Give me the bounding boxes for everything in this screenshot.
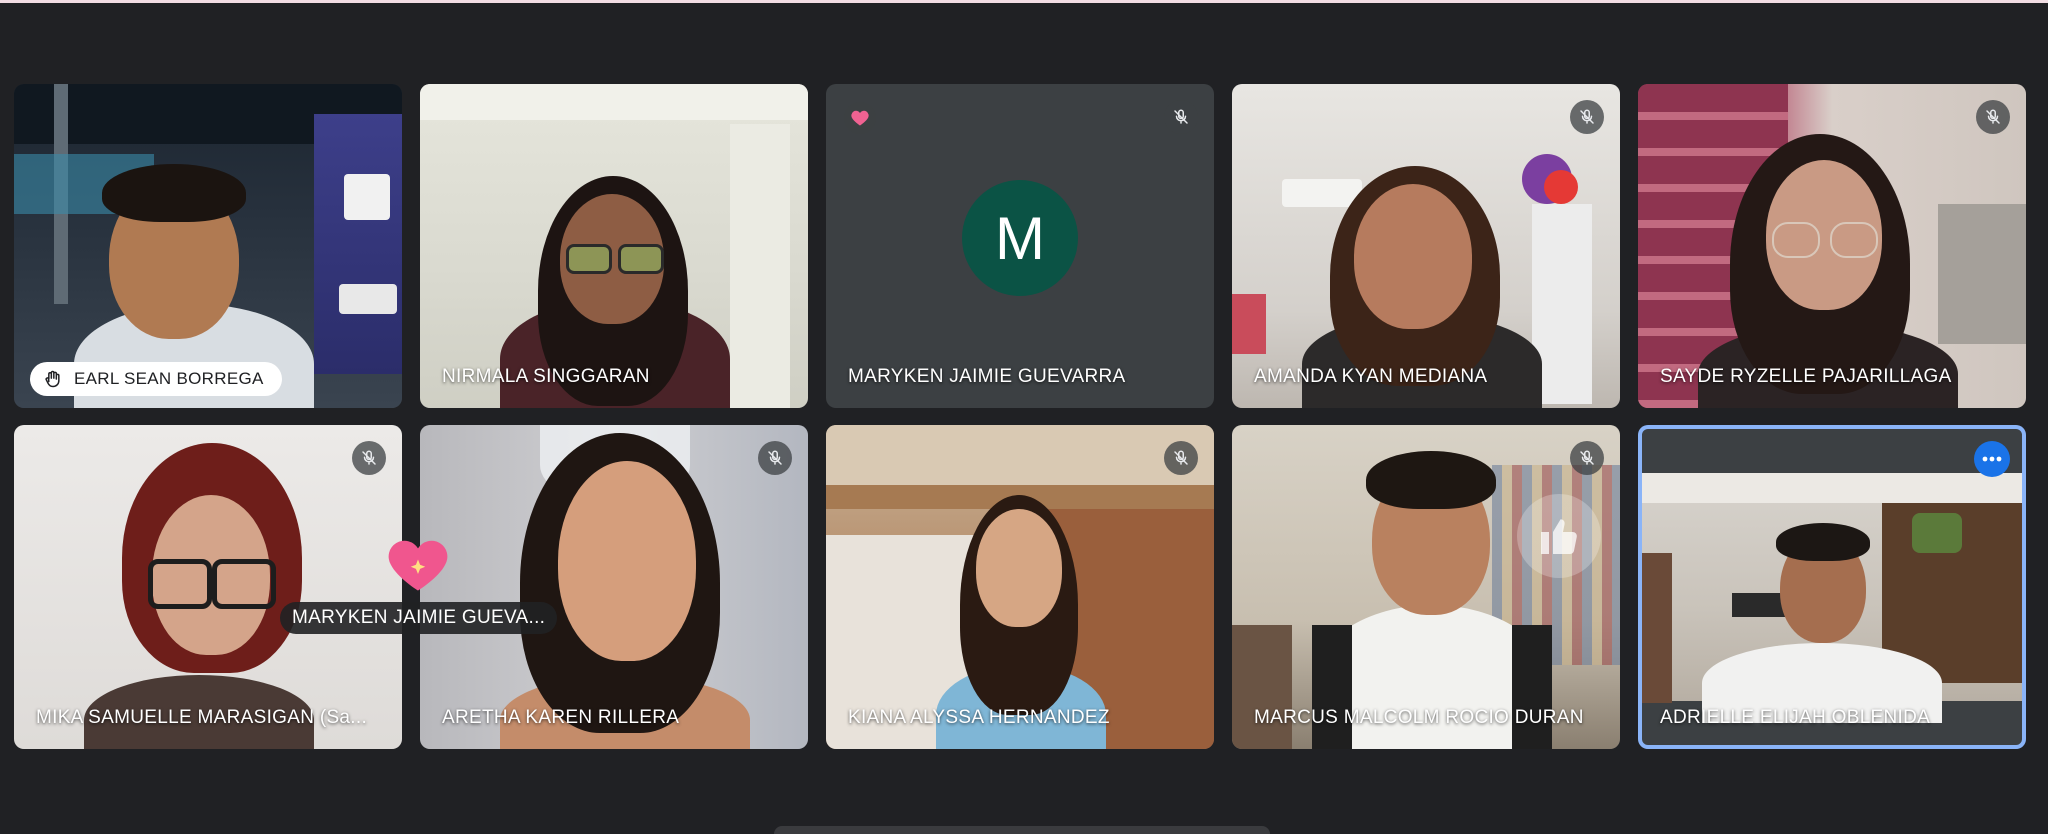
participant-name-pill: EARL SEAN BORREGA <box>30 362 282 396</box>
participant-name: MARYKEN JAIMIE GUEVARRA <box>848 366 1126 387</box>
participant-tile-mika[interactable]: MIKA SAMUELLE MARASIGAN (Sa... <box>14 425 402 749</box>
mic-off-icon <box>1164 100 1198 134</box>
participant-name: KIANA ALYSSA HERNANDEZ <box>848 707 1110 728</box>
raised-hand-icon <box>42 368 64 390</box>
video-feed <box>1638 84 2026 408</box>
more-options-icon[interactable] <box>1974 441 2010 477</box>
participant-name: ADRIELLE ELIJAH OBLENIDA <box>1660 707 1931 728</box>
mic-off-icon <box>758 441 792 475</box>
video-feed <box>14 425 402 749</box>
mic-off-icon <box>1164 441 1198 475</box>
video-feed <box>826 425 1214 749</box>
participant-tile-maryken[interactable]: M MARYKEN JAIMIE GUEVARRA <box>826 84 1214 408</box>
video-feed <box>420 425 808 749</box>
participant-name: MIKA SAMUELLE MARASIGAN (Sa... <box>36 707 368 728</box>
video-feed <box>1642 473 2022 723</box>
participant-tile-sayde[interactable]: SAYDE RYZELLE PAJARILLAGA <box>1638 84 2026 408</box>
participant-name: NIRMALA SINGGARAN <box>442 366 650 387</box>
reaction-sender-label: MARYKEN JAIMIE GUEVA... <box>280 602 558 634</box>
participant-tile-aretha[interactable]: ARETHA KAREN RILLERA <box>420 425 808 749</box>
video-feed <box>14 84 402 408</box>
heart-reaction-icon <box>387 535 449 597</box>
mic-off-icon <box>1570 441 1604 475</box>
video-feed <box>1232 84 1620 408</box>
participant-name: EARL SEAN BORREGA <box>74 369 264 388</box>
participant-tile-earl[interactable]: EARL SEAN BORREGA <box>14 84 402 408</box>
participant-tile-adrielle[interactable]: ADRIELLE ELIJAH OBLENIDA <box>1638 425 2026 749</box>
participant-name: SAYDE RYZELLE PAJARILLAGA <box>1660 366 1952 387</box>
heart-reaction-icon <box>844 102 876 134</box>
video-feed <box>1232 425 1620 749</box>
participant-name: ARETHA KAREN RILLERA <box>442 707 680 728</box>
video-feed <box>420 84 808 408</box>
mic-off-icon <box>352 441 386 475</box>
avatar: M <box>962 180 1078 296</box>
participant-grid: EARL SEAN BORREGA NIRMALA SINGGARAN M MA… <box>14 84 2026 749</box>
mic-off-icon <box>1976 100 2010 134</box>
participant-name: AMANDA KYAN MEDIANA <box>1254 366 1488 387</box>
window-top-border <box>0 0 2048 3</box>
thumbs-up-icon <box>1517 494 1601 578</box>
participant-tile-amanda[interactable]: AMANDA KYAN MEDIANA <box>1232 84 1620 408</box>
participant-tile-kiana[interactable]: KIANA ALYSSA HERNANDEZ <box>826 425 1214 749</box>
mic-off-icon <box>1570 100 1604 134</box>
participant-name: MARCUS MALCOLM ROCIO DURAN <box>1254 707 1584 728</box>
participant-tile-marcus[interactable]: MARCUS MALCOLM ROCIO DURAN <box>1232 425 1620 749</box>
controls-bar-edge <box>774 826 1270 834</box>
participant-tile-nirmala[interactable]: NIRMALA SINGGARAN <box>420 84 808 408</box>
